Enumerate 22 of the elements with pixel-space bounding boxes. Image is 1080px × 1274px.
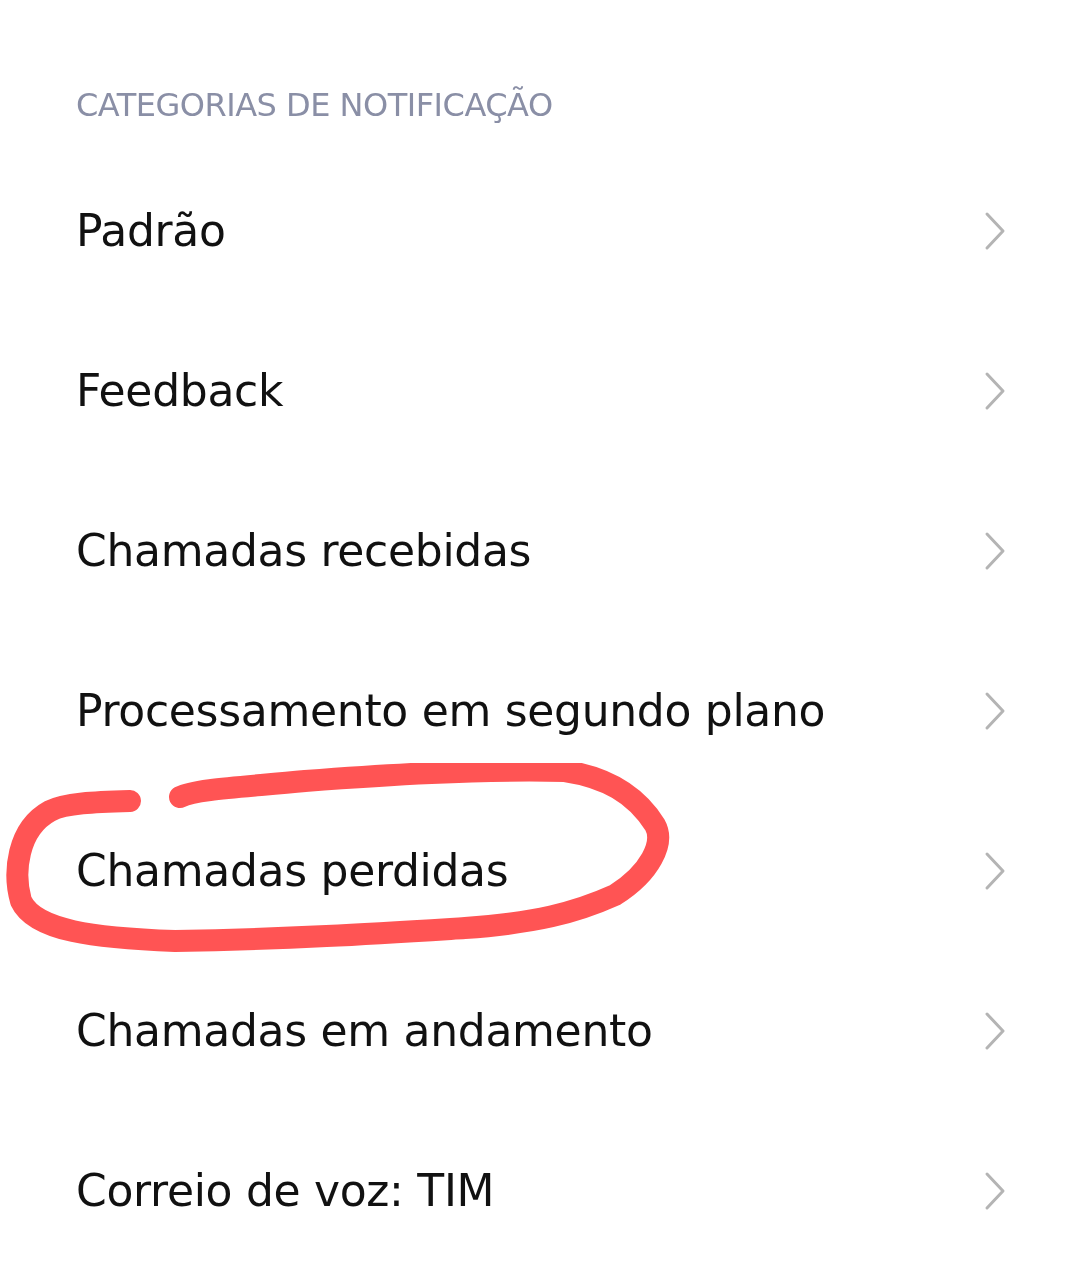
category-row[interactable]: Chamadas em andamento	[0, 951, 1080, 1111]
category-label: Chamadas em andamento	[76, 1004, 653, 1058]
category-row[interactable]: Chamadas perdidas	[0, 791, 1080, 951]
category-label: Padrão	[76, 204, 226, 258]
category-label: Processamento em segundo plano	[76, 684, 826, 738]
category-row[interactable]: Chamadas recebidas	[0, 471, 1080, 631]
category-label: Chamadas perdidas	[76, 844, 509, 898]
category-row[interactable]: Feedback	[0, 311, 1080, 471]
category-row[interactable]: Processamento em segundo plano	[0, 631, 1080, 791]
category-label: Feedback	[76, 364, 284, 418]
chevron-right-icon	[984, 691, 1006, 731]
chevron-right-icon	[984, 371, 1006, 411]
category-label: Correio de voz: TIM	[76, 1164, 495, 1218]
chevron-right-icon	[984, 1171, 1006, 1211]
chevron-right-icon	[984, 531, 1006, 571]
chevron-right-icon	[984, 851, 1006, 891]
chevron-right-icon	[984, 211, 1006, 251]
section-title: CATEGORIAS DE NOTIFICAÇÃO	[76, 85, 554, 126]
category-label: Chamadas recebidas	[76, 524, 532, 578]
chevron-right-icon	[984, 1011, 1006, 1051]
category-row[interactable]: Padrão	[0, 151, 1080, 311]
category-row[interactable]: Correio de voz: TIM	[0, 1111, 1080, 1271]
